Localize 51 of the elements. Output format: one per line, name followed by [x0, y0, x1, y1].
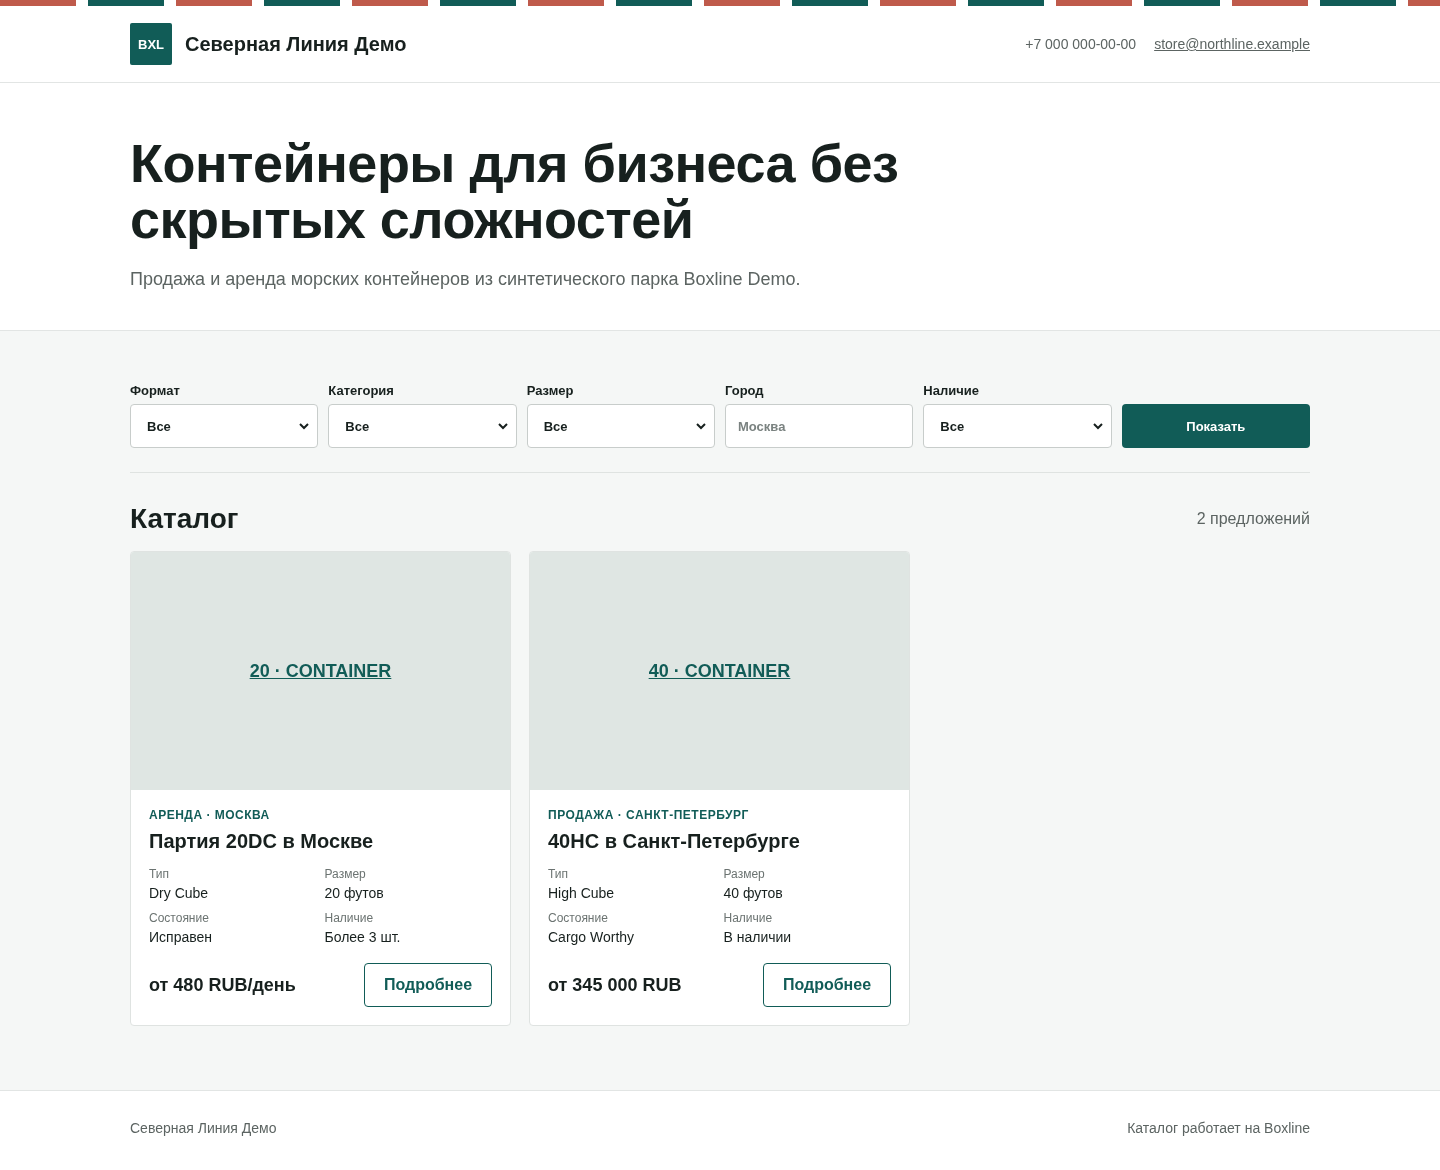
spec-label: Тип [548, 867, 569, 881]
field-label: Город [725, 383, 765, 398]
spec-label: Размер [324, 867, 367, 881]
card-tag: АРЕНДА · МОСКВА [149, 808, 492, 822]
brand-name: Северная Линия Демо [185, 32, 407, 56]
select-field[interactable]: Все [923, 404, 1112, 448]
spec-label: Состояние [149, 911, 210, 925]
card-tag: ПРОДАЖА · САНКТ-ПЕТЕРБУРГ [548, 808, 891, 822]
page-title: Контейнеры для бизнеса без скрытых сложностей [130, 135, 900, 247]
spec-label: Тип [149, 867, 170, 881]
phone-number: +7 000 000-00-00 [1025, 36, 1137, 52]
section-title: Каталог [130, 503, 239, 535]
spec-label: Размер [723, 867, 766, 881]
details-button[interactable]: Подробнее [364, 963, 492, 1007]
field-label: Размер [526, 383, 575, 398]
logo[interactable]: BXL [130, 23, 172, 65]
field-label: Категория [328, 383, 395, 398]
spec-value: 40 футов [723, 885, 784, 901]
subtitle: Продажа и аренда морских контейнеров из синтетического парка Boxline Demo. [130, 269, 802, 290]
chevron-down-icon [1092, 422, 1103, 430]
spec-label: Наличие [723, 911, 774, 925]
show-button[interactable]: Показать [1121, 404, 1310, 448]
image-label-link[interactable]: 40 · CONTAINER [648, 660, 791, 682]
spec-label: Состояние [548, 911, 609, 925]
chevron-down-icon [299, 422, 310, 430]
field-label: Наличие [923, 383, 980, 398]
spec-label: Наличие [324, 911, 375, 925]
select-field[interactable]: Все [526, 404, 715, 448]
spec-value: Cargo Worthy [548, 929, 636, 945]
spec-value: В наличии [723, 929, 793, 945]
card-title: Партия 20DC в Москве [149, 830, 375, 853]
email-link[interactable]: store@northline.example [1154, 36, 1310, 52]
field-label: Формат [130, 383, 181, 398]
card-title: 40HC в Санкт-Петербурге [548, 830, 801, 853]
select-field[interactable]: Все [328, 404, 517, 448]
spec-value: High Cube [548, 885, 616, 901]
footer-brand: Северная Линия Демо [130, 1120, 277, 1136]
price: от 480 RUB/день [149, 974, 296, 996]
city-field[interactable]: Москва [725, 404, 914, 448]
spec-value: Исправен [149, 929, 213, 945]
spec-value: Более 3 шт. [324, 929, 402, 945]
select-field[interactable]: Все [130, 404, 319, 448]
chevron-down-icon [497, 422, 508, 430]
spec-value: 20 футов [324, 885, 385, 901]
chevron-down-icon [696, 422, 706, 430]
details-button[interactable]: Подробнее [763, 963, 891, 1007]
price: от 345 000 RUB [548, 974, 682, 996]
image-label-link[interactable]: 20 · CONTAINER [249, 660, 392, 682]
spec-value: Dry Cube [149, 885, 210, 901]
footer-credit: Каталог работает на Boxline [1127, 1120, 1310, 1136]
offer-count: 2 предложений [1196, 510, 1310, 528]
